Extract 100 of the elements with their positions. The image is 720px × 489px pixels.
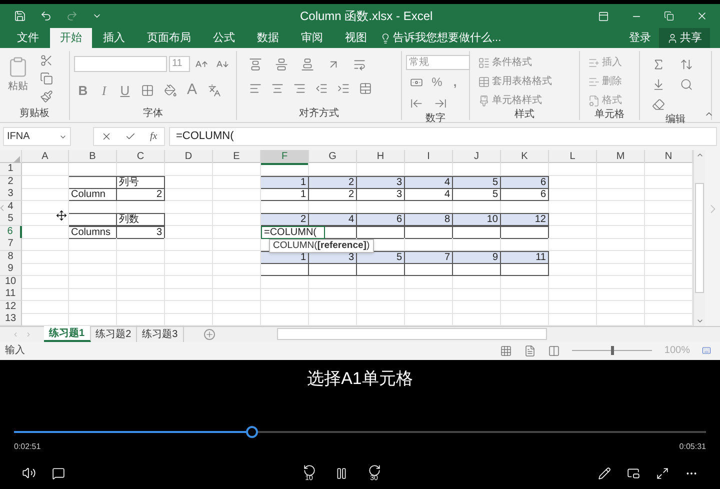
table-cell: 5 <box>453 176 501 188</box>
page-break-icon[interactable] <box>548 344 560 356</box>
paste-button[interactable]: 粘贴 <box>4 51 32 105</box>
letter-heading[interactable]: H <box>357 150 405 165</box>
row-header[interactable]: 11 <box>0 288 22 301</box>
search-icon <box>680 78 692 90</box>
row-header[interactable]: 1 <box>0 163 22 176</box>
progress-track[interactable] <box>14 426 706 438</box>
letter-heading[interactable]: J <box>453 150 501 165</box>
ribbon-tab[interactable]: 页面布局 <box>136 28 202 48</box>
pause-icon[interactable] <box>335 466 348 480</box>
ribbon-tab[interactable]: 插入 <box>92 28 136 48</box>
ribbon-tab[interactable]: 数据 <box>246 28 290 48</box>
sheet-tab[interactable]: 练习题1 <box>44 326 91 342</box>
table-cell <box>501 226 549 238</box>
vertical-scrollbar-thumb[interactable] <box>695 182 704 293</box>
restore-icon[interactable] <box>664 11 674 21</box>
table-cell <box>165 263 213 276</box>
ribbon-tab[interactable]: 审阅 <box>290 28 334 48</box>
table-cell <box>453 226 501 238</box>
sign-in-link[interactable]: 登录 <box>621 28 659 48</box>
table-cell: 8 <box>405 213 453 226</box>
row-header[interactable]: 12 <box>0 300 22 314</box>
letter-heading[interactable]: K <box>501 150 549 165</box>
row-header[interactable]: 10 <box>0 276 22 288</box>
ribbon-tab[interactable]: 公式 <box>202 28 246 48</box>
letter-heading[interactable]: I <box>405 150 453 165</box>
row-header[interactable]: 8 <box>0 250 22 264</box>
top-align-icon <box>248 58 262 70</box>
table-cell <box>22 300 69 314</box>
elapsed-time: 0:02:51 <box>14 441 41 453</box>
forward-icon <box>368 464 380 477</box>
horizontal-scrollbar[interactable] <box>276 328 547 340</box>
undo-icon[interactable] <box>40 10 52 22</box>
align-left-icon <box>248 82 262 94</box>
enter-icon[interactable] <box>125 131 136 142</box>
row-header[interactable]: 9 <box>0 263 22 276</box>
decrease-decimal-icon <box>434 96 446 110</box>
fullscreen-icon[interactable] <box>656 466 669 480</box>
font-name-field[interactable] <box>74 56 167 72</box>
scroll-up-icon[interactable] <box>696 151 704 159</box>
letter-heading[interactable]: M <box>597 150 645 165</box>
row-header[interactable]: 3 <box>0 188 22 201</box>
brush-icon <box>40 90 52 102</box>
table-cell <box>261 300 309 314</box>
table-cell <box>69 238 117 251</box>
table-cell <box>261 288 309 301</box>
table-cell <box>165 188 213 201</box>
cancel-icon[interactable] <box>100 131 112 142</box>
letter-heading[interactable]: B <box>69 150 117 165</box>
row-header[interactable]: 13 <box>0 313 22 326</box>
table-cell <box>405 226 453 238</box>
tell-me-field[interactable]: 告诉我您想要做什么... <box>380 28 502 48</box>
table-cell <box>357 263 405 276</box>
letter-heading[interactable]: L <box>549 150 597 165</box>
letter-heading[interactable]: D <box>165 150 213 165</box>
row-header[interactable]: 5 <box>0 213 22 226</box>
ribbon-tab[interactable]: 文件 <box>6 28 50 48</box>
name-box[interactable]: IFNA <box>3 127 71 146</box>
table-cell <box>165 163 213 176</box>
captions-icon[interactable] <box>52 466 65 480</box>
align-center-icon <box>270 82 284 94</box>
ribbon-tab[interactable]: 开始 <box>50 28 92 48</box>
ribbon-display-icon[interactable] <box>598 10 609 22</box>
mini-view-icon[interactable] <box>627 466 640 480</box>
normal-view-icon[interactable] <box>500 344 512 356</box>
add-sheet-icon[interactable] <box>204 328 215 340</box>
ribbon-tab[interactable]: 视图 <box>334 28 378 48</box>
letter-heading[interactable]: F <box>261 150 309 165</box>
table-cell: 6 <box>357 213 405 226</box>
save-icon[interactable] <box>14 10 26 22</box>
row-header[interactable]: 2 <box>0 176 22 188</box>
align-right-icon <box>292 82 306 94</box>
table-cell <box>597 200 645 214</box>
page-layout-icon[interactable] <box>524 344 536 356</box>
letter-heading[interactable]: C <box>117 150 165 165</box>
table-cell <box>117 288 165 301</box>
share-button[interactable]: 共享 <box>659 28 710 48</box>
ribbon-group-label: 字体 <box>142 107 164 120</box>
table-cell <box>549 238 597 251</box>
insert-function-button[interactable]: fx <box>150 129 158 144</box>
formula-field[interactable]: =COLUMN( <box>169 127 717 146</box>
letter-heading[interactable]: G <box>309 150 357 165</box>
progress-thumb[interactable] <box>246 426 258 438</box>
table-cell <box>597 288 645 301</box>
table-cell <box>549 250 597 264</box>
list-plus-icon <box>588 56 600 68</box>
row-header[interactable]: 6 <box>0 226 22 238</box>
zoom-thumb[interactable] <box>611 346 614 355</box>
active-cell-input[interactable]: =COLUMN( <box>261 226 325 238</box>
table-cell <box>165 176 213 188</box>
pencil-icon[interactable] <box>598 466 611 480</box>
close-icon[interactable] <box>696 10 708 22</box>
row-header[interactable]: 4 <box>0 200 22 214</box>
table-cell <box>549 200 597 214</box>
volume-icon[interactable] <box>22 466 36 480</box>
row-header[interactable]: 7 <box>0 238 22 251</box>
redo-icon[interactable] <box>66 10 78 22</box>
zoom-slider[interactable] <box>572 346 652 355</box>
wrap-text-icon <box>352 58 366 70</box>
